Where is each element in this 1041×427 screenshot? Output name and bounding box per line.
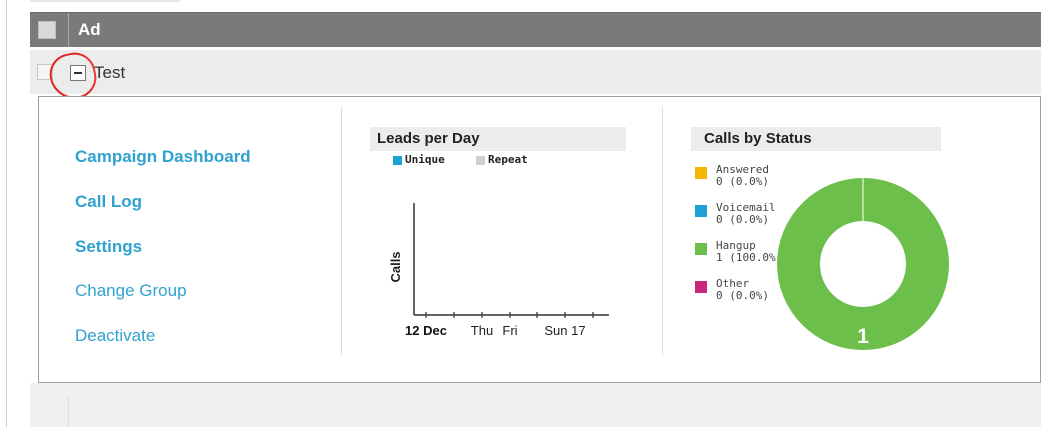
campaign-dashboard-link[interactable]: Campaign Dashboard	[75, 147, 251, 167]
next-row-strip	[30, 383, 1041, 427]
legend-swatch-repeat	[476, 156, 485, 165]
legend-swatch-unique	[393, 156, 402, 165]
donut-center-count: 1	[857, 325, 869, 348]
status-swatch-hangup	[695, 243, 707, 255]
column-divider	[662, 107, 663, 355]
y-axis-label: Calls	[388, 251, 403, 282]
change-group-link[interactable]: Change Group	[75, 281, 187, 301]
column-divider	[341, 107, 342, 355]
group-name: Test	[94, 63, 126, 82]
x-tick-label: Fri	[502, 323, 517, 338]
top-tab-edge	[30, 0, 180, 2]
group-row: Test	[30, 50, 1041, 94]
settings-link[interactable]: Settings	[75, 237, 142, 257]
legend-label-repeat: Repeat	[488, 153, 528, 166]
leads-chart-title: Leads per Day	[377, 130, 480, 147]
group-detail-panel: Campaign Dashboard Call Log Settings Cha…	[38, 96, 1041, 383]
status-count-hangup: 1 (100.0%)	[716, 251, 783, 264]
x-tick-label: Thu	[471, 323, 493, 338]
left-border	[6, 0, 7, 427]
status-swatch-answered	[695, 167, 707, 179]
status-count-answered: 0 (0.0%)	[716, 175, 769, 188]
call-log-link[interactable]: Call Log	[75, 192, 142, 212]
status-count-voicemail: 0 (0.0%)	[716, 213, 769, 226]
status-donut-chart: 1	[777, 178, 949, 350]
status-count-other: 0 (0.0%)	[716, 289, 769, 302]
status-swatch-other	[695, 281, 707, 293]
legend-label-unique: Unique	[405, 153, 445, 166]
leads-chart: Calls 12 Dec Thu Fri Sun 17	[388, 203, 609, 338]
header-select-cell	[30, 13, 69, 47]
deactivate-link[interactable]: Deactivate	[75, 326, 155, 346]
status-swatch-voicemail	[695, 205, 707, 217]
table-header: Ad	[30, 12, 1041, 47]
next-row-divider	[68, 395, 69, 427]
select-all-checkbox[interactable]	[38, 21, 56, 39]
x-tick-label: 12 Dec	[405, 323, 447, 338]
x-tick-label: Sun 17	[544, 323, 585, 338]
status-chart-title: Calls by Status	[704, 130, 812, 147]
column-header-ad[interactable]: Ad	[78, 20, 101, 40]
